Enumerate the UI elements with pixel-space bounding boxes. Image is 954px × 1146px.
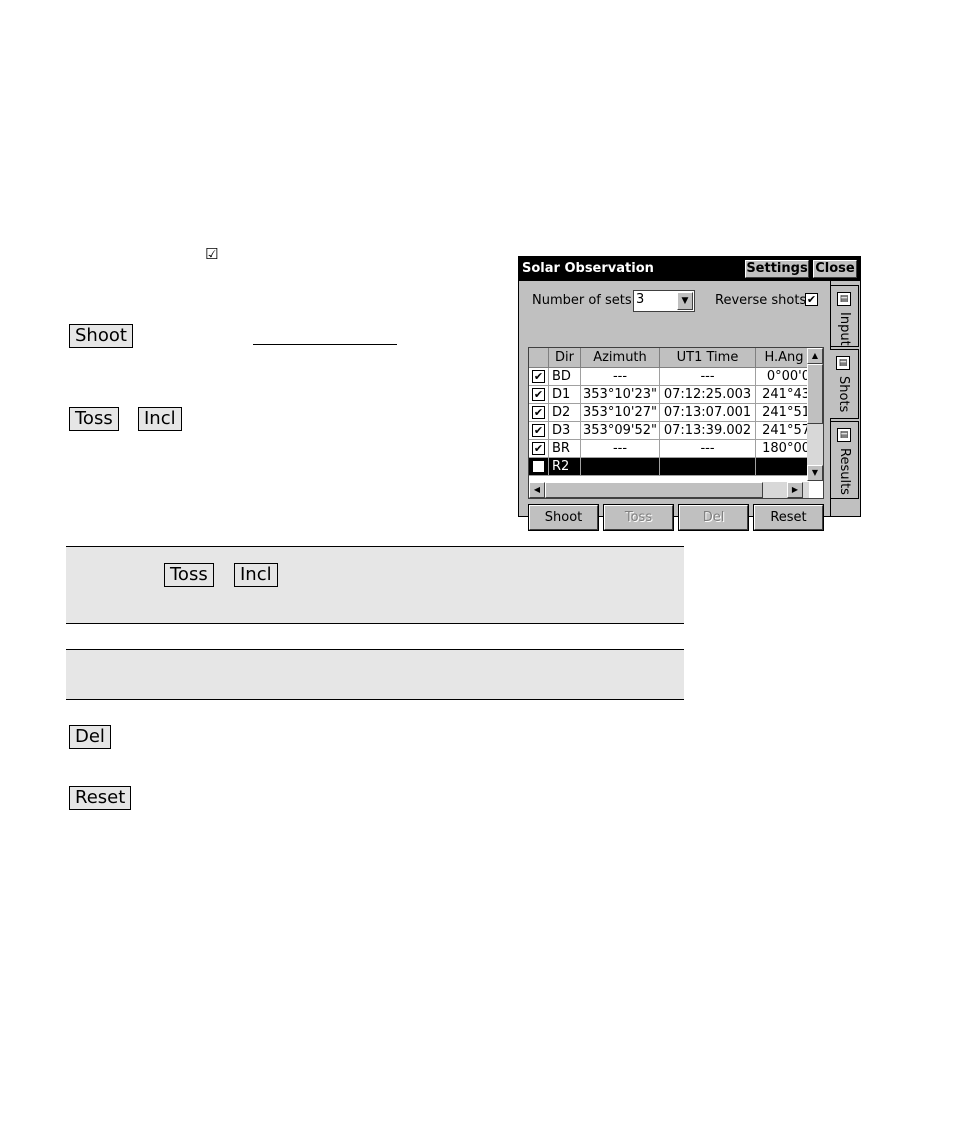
cell-dir: D1 [549, 386, 581, 404]
cell-dir: D3 [549, 422, 581, 440]
header-dir[interactable]: Dir [549, 348, 581, 368]
cell-azimuth [581, 458, 660, 476]
cell-azimuth: 353°10'27" [581, 404, 660, 422]
row-check-cell: ✔ [529, 386, 549, 404]
row-check-cell: ✔ [529, 368, 549, 386]
window-title: Solar Observation [522, 261, 654, 276]
note-band-1: Toss Incl [66, 546, 684, 624]
header-azimuth[interactable]: Azimuth [581, 348, 660, 368]
cell-dir: D2 [549, 404, 581, 422]
row-checkbox[interactable]: ✔ [532, 424, 545, 437]
tab-input[interactable]: ▤ Input [831, 285, 859, 347]
scroll-down-icon[interactable]: ▼ [807, 465, 823, 481]
cell-dir: R2 [549, 458, 581, 476]
del-button[interactable]: Del [678, 504, 749, 531]
band-incl-button: Incl [234, 563, 278, 587]
cell-azimuth: 353°10'23" [581, 386, 660, 404]
horizontal-scroll-thumb[interactable] [545, 482, 763, 498]
row-checkbox[interactable]: ✔ [532, 388, 545, 401]
doc-incl-button: Incl [138, 407, 182, 431]
band-toss-button: Toss [164, 563, 214, 587]
tab-results[interactable]: ▤ Results [831, 421, 859, 499]
horizontal-scrollbar[interactable]: ◀ ▶ [529, 482, 809, 498]
note-band-2 [66, 649, 684, 700]
scroll-right-icon[interactable]: ▶ [787, 482, 803, 498]
doc-del-button: Del [69, 725, 111, 749]
input-tab-icon: ▤ [837, 292, 851, 306]
cell-hang: 241°43 [756, 386, 813, 404]
tab-label: Shots [836, 376, 851, 413]
row-checkbox[interactable]: ✔ [532, 406, 545, 419]
row-checkbox[interactable]: ✔ [532, 370, 545, 383]
title-bar: Solar Observation Settings Close [519, 257, 860, 281]
row-check-cell: ✔ [529, 422, 549, 440]
cell-azimuth: --- [581, 440, 660, 458]
scroll-left-icon[interactable]: ◀ [529, 482, 545, 498]
results-tab-icon: ▤ [837, 428, 851, 442]
row-check-cell: ✔ [529, 458, 549, 476]
doc-toss-button: Toss [69, 407, 119, 431]
reverse-shots-checkbox[interactable]: ✔ [805, 293, 818, 306]
cell-time: 07:13:39.002 [660, 422, 756, 440]
cell-hang [756, 458, 813, 476]
tab-shots[interactable]: ▤ Shots [830, 349, 859, 419]
table-row[interactable]: ✔ D3 353°09'52" 07:13:39.002 241°57 [529, 422, 813, 440]
vertical-scrollbar[interactable]: ▲ ▼ [807, 348, 823, 481]
cell-hang: 180°00 [756, 440, 813, 458]
cell-hang: 241°51 [756, 404, 813, 422]
cell-time: 07:12:25.003 [660, 386, 756, 404]
side-tabs: ▤ Input ▤ Shots ▤ Results [830, 281, 860, 516]
table-row[interactable]: ✔ BR --- --- 180°00 [529, 440, 813, 458]
vertical-scroll-thumb[interactable] [807, 364, 823, 424]
header-check[interactable] [529, 348, 549, 368]
sets-value: 3 [636, 292, 645, 307]
scroll-up-icon[interactable]: ▲ [807, 348, 823, 364]
reverse-shots-label: Reverse shots [715, 293, 807, 308]
close-button[interactable]: Close [813, 260, 857, 278]
cell-azimuth: --- [581, 368, 660, 386]
shots-tab-icon: ▤ [836, 356, 850, 370]
tab-label: Input [837, 312, 852, 346]
cell-time: --- [660, 440, 756, 458]
cell-hang: 241°57 [756, 422, 813, 440]
row-check-cell: ✔ [529, 440, 549, 458]
table-row[interactable]: ✔ BD --- --- 0°00'0 [529, 368, 813, 386]
settings-button[interactable]: Settings [745, 260, 809, 278]
shots-panel: Number of sets 3 ▼ Reverse shots ✔ Dir Az… [519, 281, 830, 531]
sets-label: Number of sets [532, 293, 632, 308]
cell-dir: BR [549, 440, 581, 458]
row-checkbox[interactable]: ✔ [532, 460, 545, 473]
table-row[interactable]: ✔ D1 353°10'23" 07:12:25.003 241°43 [529, 386, 813, 404]
tab-label: Results [837, 448, 852, 495]
toss-button[interactable]: Toss [603, 504, 674, 531]
row-checkbox[interactable]: ✔ [532, 442, 545, 455]
shoot-button[interactable]: Shoot [528, 504, 599, 531]
cell-time [660, 458, 756, 476]
header-h-ang[interactable]: H.Ang [756, 348, 813, 368]
table-row[interactable]: ✔ D2 353°10'27" 07:13:07.001 241°51 [529, 404, 813, 422]
cell-azimuth: 353°09'52" [581, 422, 660, 440]
reset-button[interactable]: Reset [753, 504, 824, 531]
cell-time: --- [660, 368, 756, 386]
doc-shoot-button: Shoot [69, 324, 133, 348]
underline-rule [253, 344, 397, 345]
solar-observation-window: Solar Observation Settings Close Number … [518, 256, 861, 531]
table-row[interactable]: ✔ R2 [529, 458, 813, 476]
sets-combo[interactable]: 3 ▼ [633, 290, 695, 312]
cell-time: 07:13:07.001 [660, 404, 756, 422]
header-ut1-time[interactable]: UT1 Time [660, 348, 756, 368]
cell-hang: 0°00'0 [756, 368, 813, 386]
cell-dir: BD [549, 368, 581, 386]
chevron-down-icon[interactable]: ▼ [677, 292, 693, 310]
row-check-cell: ✔ [529, 404, 549, 422]
shots-grid: Dir Azimuth UT1 Time H.Ang ✔ BD --- --- 0°00'0 ✔ D… [528, 347, 824, 499]
doc-reset-button: Reset [69, 786, 132, 810]
checkbox-symbol: ☑ [205, 245, 219, 263]
